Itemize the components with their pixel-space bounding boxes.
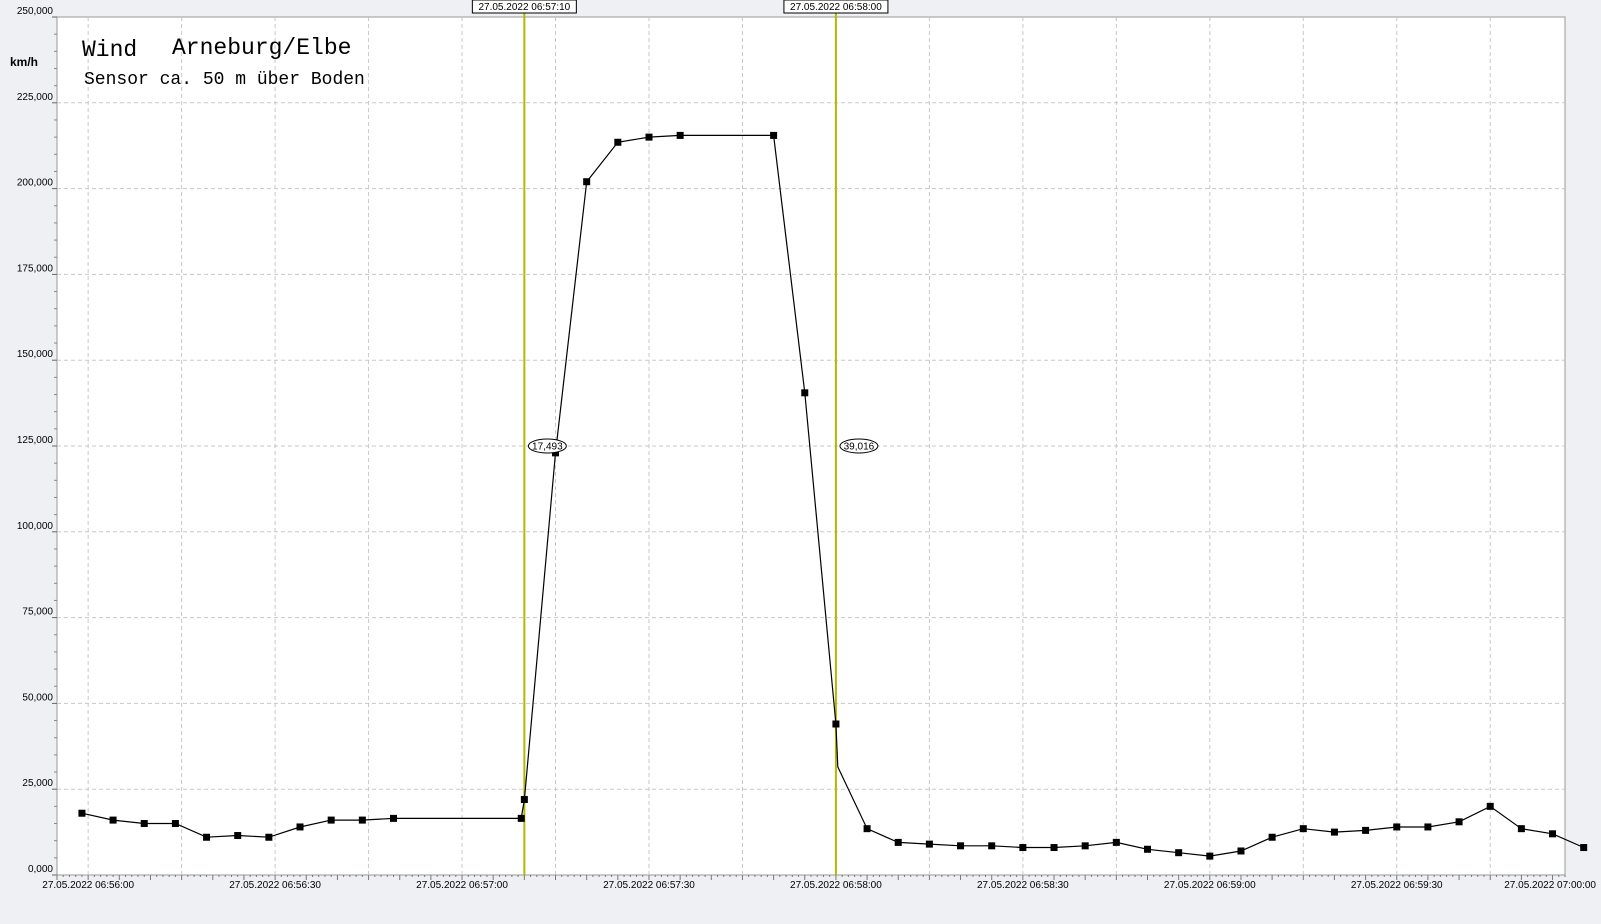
data-point (863, 825, 871, 833)
data-point (517, 814, 525, 822)
data-point (614, 138, 622, 146)
chart-area: 0,000 25,000 50,000 75,000 100,000 125,000 150… (0, 0, 1601, 919)
y-tick-label: 150,000 (17, 349, 54, 360)
data-point (327, 816, 335, 824)
x-tick-label: 27.05.2022 06:58:30 (977, 880, 1069, 891)
data-point (389, 814, 397, 822)
x-tick-label: 27.05.2022 07:00:00 (1504, 880, 1596, 891)
chart-subtitle: Sensor ca. 50 m über Boden (84, 70, 365, 90)
data-point (1112, 838, 1120, 846)
y-tick-label: 250,000 (17, 6, 54, 17)
cursor-value-label: 39,016 (844, 442, 875, 453)
x-tick-label: 27.05.2022 06:57:30 (603, 880, 695, 891)
chart-location: Arneburg/Elbe (172, 35, 351, 61)
data-point (894, 838, 902, 846)
data-point (140, 820, 148, 828)
data-point (957, 842, 965, 850)
data-point (1580, 844, 1588, 852)
cursor-value-label: 17,493 (532, 442, 563, 453)
data-point (1330, 828, 1338, 836)
x-tick-label: 27.05.2022 06:56:30 (229, 880, 321, 891)
data-point (1237, 847, 1245, 855)
data-point (583, 178, 591, 186)
data-point (265, 833, 273, 841)
data-point (1019, 844, 1027, 852)
chart-title: Wind (82, 37, 137, 63)
y-tick-label: 100,000 (17, 521, 54, 532)
y-tick-label: 125,000 (17, 435, 54, 446)
y-axis-unit: km/h (10, 55, 38, 69)
data-point (676, 131, 684, 139)
cursor-time-label: 27.05.2022 06:58:00 (790, 2, 882, 13)
data-point (358, 816, 366, 824)
y-tick-label: 50,000 (22, 692, 53, 703)
cursor-time-label: 27.05.2022 06:57:10 (478, 2, 570, 13)
data-point (645, 133, 653, 141)
data-point (171, 820, 179, 828)
data-point (1517, 825, 1525, 833)
data-point (234, 832, 242, 840)
y-tick-label: 175,000 (17, 263, 54, 274)
data-point (109, 816, 117, 824)
data-point (801, 389, 809, 397)
x-tick-label: 27.05.2022 06:56:00 (42, 880, 134, 891)
wind-line-chart: 0,000 25,000 50,000 75,000 100,000 125,000 150… (0, 0, 1601, 919)
data-point (1393, 823, 1401, 831)
data-point (1175, 849, 1183, 857)
data-point (1424, 823, 1432, 831)
x-tick-label: 27.05.2022 06:59:30 (1351, 880, 1443, 891)
data-point (1050, 844, 1058, 852)
x-tick-label: 27.05.2022 06:57:00 (416, 880, 508, 891)
data-point (1455, 818, 1463, 826)
data-point (925, 840, 933, 848)
y-tick-label: 200,000 (17, 178, 54, 189)
data-point (1549, 830, 1557, 838)
x-tick-label: 27.05.2022 06:58:00 (790, 880, 882, 891)
x-tick-label: 27.05.2022 06:59:00 (1164, 880, 1256, 891)
data-point (520, 795, 528, 803)
data-point (770, 131, 778, 139)
data-point (1268, 833, 1276, 841)
data-point (203, 833, 211, 841)
y-tick-label: 0,000 (28, 864, 53, 875)
data-point (1486, 802, 1494, 810)
data-point (1143, 845, 1151, 853)
data-point (1206, 852, 1214, 860)
data-point (296, 823, 304, 831)
data-point (1362, 826, 1370, 834)
data-point (78, 809, 86, 817)
data-point (1081, 842, 1089, 850)
data-point (988, 842, 996, 850)
y-tick-label: 25,000 (22, 778, 53, 789)
data-point (832, 720, 840, 728)
data-point (1299, 825, 1307, 833)
y-tick-label: 225,000 (17, 92, 54, 103)
y-tick-label: 75,000 (22, 607, 53, 618)
